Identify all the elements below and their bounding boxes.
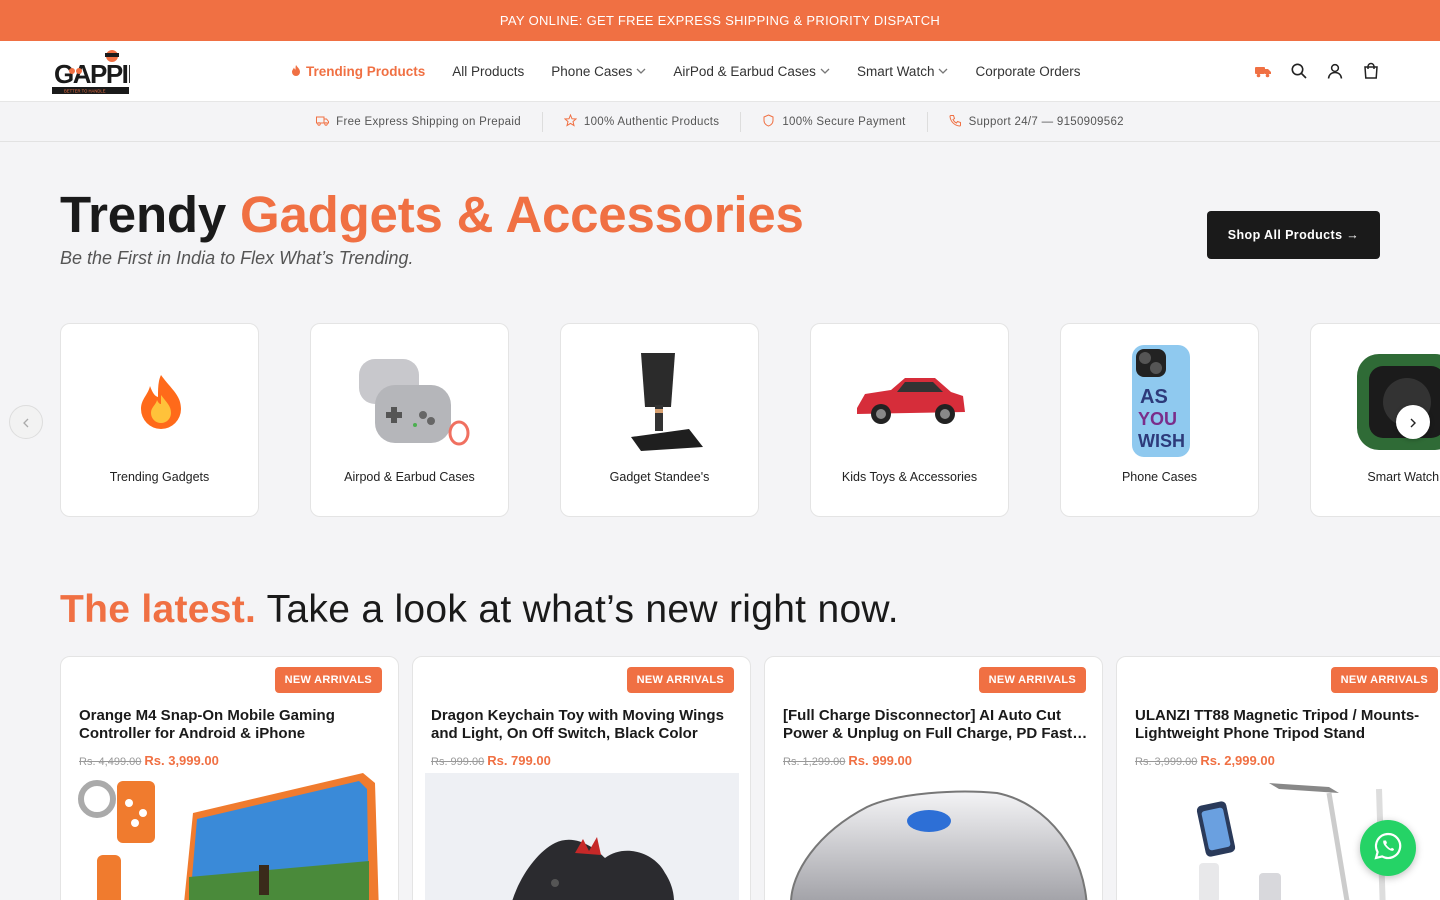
shop-all-products-button[interactable]: Shop All Products →	[1207, 211, 1380, 259]
category-label: Airpod & Earbud Cases	[344, 470, 475, 484]
chevron-down-icon	[820, 64, 830, 79]
new-arrivals-badge: NEW ARRIVALS	[1330, 667, 1438, 693]
fire-icon	[290, 64, 302, 79]
chevron-down-icon	[636, 64, 646, 79]
truck-icon[interactable]	[1254, 62, 1272, 80]
product-card[interactable]: NEW ARRIVALS [Full Charge Disconnector] …	[764, 656, 1103, 900]
product-prices: Rs. 3,999.00 Rs. 2,999.00	[1135, 753, 1275, 768]
trust-support: Support 24/7 — 9150909562	[928, 114, 1145, 130]
product-title[interactable]: Dragon Keychain Toy with Moving Wings an…	[431, 707, 736, 743]
site-header: GAPPIE BETTER TO HANDLE Trending Product…	[0, 41, 1440, 101]
new-arrivals-badge: NEW ARRIVALS	[626, 667, 734, 693]
whatsapp-icon	[1373, 831, 1403, 866]
airpod-case-icon	[341, 342, 481, 460]
nav-all-products[interactable]: All Products	[452, 64, 524, 79]
car-icon	[841, 342, 981, 460]
hero-title: Trendy Gadgets & Accessories	[60, 186, 804, 243]
category-carousel: Trending Gadgets Airpod & Earbud Cases G…	[0, 323, 1440, 518]
svg-text:GAPPIE: GAPPIE	[54, 59, 130, 89]
category-label: Trending Gadgets	[109, 470, 210, 484]
main-nav: Trending Products All Products Phone Cas…	[290, 41, 1081, 101]
new-arrivals-badge: NEW ARRIVALS	[274, 667, 382, 693]
fire-icon	[91, 342, 231, 460]
product-card[interactable]: NEW ARRIVALS Dragon Keychain Toy with Mo…	[412, 656, 751, 900]
svg-text:AS: AS	[1140, 386, 1168, 408]
announcement-text: PAY ONLINE: GET FREE EXPRESS SHIPPING & …	[499, 13, 941, 28]
chevron-left-icon	[22, 412, 30, 433]
whatsapp-chat-button[interactable]	[1360, 820, 1416, 876]
product-title[interactable]: Orange M4 Snap-On Mobile Gaming Controll…	[79, 707, 384, 743]
nav-trending-products[interactable]: Trending Products	[290, 64, 425, 79]
product-prices: Rs. 999.00 Rs. 799.00	[431, 753, 551, 768]
category-card-phone-cases[interactable]: AS YOU WISH Phone Cases	[1060, 323, 1259, 517]
category-label: Phone Cases	[1121, 470, 1198, 484]
old-price: Rs. 3,999.00	[1135, 756, 1198, 768]
header-actions	[1254, 41, 1380, 101]
announcement-bar: PAY ONLINE: GET FREE EXPRESS SHIPPING & …	[0, 0, 1440, 41]
carousel-prev-button[interactable]	[9, 405, 43, 439]
category-card-trending[interactable]: Trending Gadgets	[60, 323, 259, 517]
old-price: Rs. 4,499.00	[79, 756, 142, 768]
product-prices: Rs. 1,299.00 Rs. 999.00	[783, 753, 912, 768]
trust-shipping: Free Express Shipping on Prepaid	[295, 114, 542, 130]
sale-price: Rs. 999.00	[848, 753, 912, 768]
product-image[interactable]	[73, 773, 387, 900]
product-card[interactable]: NEW ARRIVALS Orange M4 Snap-On Mobile Ga…	[60, 656, 399, 900]
category-card-gadget-standees[interactable]: Gadget Standee's	[560, 323, 759, 517]
product-image[interactable]	[777, 773, 1091, 900]
nav-phone-cases[interactable]: Phone Cases	[551, 64, 646, 79]
chevron-down-icon	[938, 64, 948, 79]
category-card-airpod-cases[interactable]: Airpod & Earbud Cases	[310, 323, 509, 517]
latest-heading: The latest. Take a look at what’s new ri…	[60, 588, 899, 631]
star-icon	[563, 113, 578, 130]
product-prices: Rs. 4,499.00 Rs. 3,999.00	[79, 753, 219, 768]
site-logo[interactable]: GAPPIE BETTER TO HANDLE	[52, 47, 146, 95]
old-price: Rs. 999.00	[431, 756, 485, 768]
carousel-next-button[interactable]	[1396, 405, 1430, 439]
nav-corporate-orders[interactable]: Corporate Orders	[975, 64, 1080, 79]
phone-icon	[949, 114, 962, 130]
category-label: Gadget Standee's	[609, 470, 710, 484]
sale-price: Rs. 2,999.00	[1200, 753, 1275, 768]
new-arrivals-badge: NEW ARRIVALS	[978, 667, 1086, 693]
category-label: Kids Toys & Accessories	[841, 470, 978, 484]
category-label: Smart Watch C	[1367, 470, 1440, 484]
old-price: Rs. 1,299.00	[783, 756, 846, 768]
product-title[interactable]: ULANZI TT88 Magnetic Tripod / Mounts-Lig…	[1135, 707, 1440, 743]
sale-price: Rs. 799.00	[487, 753, 551, 768]
hero-section: Trendy Gadgets & Accessories Be the Firs…	[0, 142, 1440, 322]
trust-secure: 100% Secure Payment	[741, 113, 926, 130]
trust-authentic: 100% Authentic Products	[543, 113, 740, 130]
sale-price: Rs. 3,999.00	[144, 753, 219, 768]
trust-bar: Free Express Shipping on Prepaid 100% Au…	[0, 101, 1440, 142]
hero-subtitle: Be the First in India to Flex What’s Tre…	[60, 248, 414, 268]
svg-text:YOU: YOU	[1138, 409, 1177, 429]
stand-icon	[591, 342, 731, 460]
svg-text:WISH: WISH	[1138, 431, 1185, 451]
cart-icon[interactable]	[1362, 62, 1380, 80]
search-icon[interactable]	[1290, 62, 1308, 80]
truck-icon	[316, 114, 330, 130]
product-image[interactable]	[425, 773, 739, 900]
chevron-right-icon	[1409, 412, 1417, 433]
nav-airpod-cases[interactable]: AirPod & Earbud Cases	[673, 64, 830, 79]
watch-case-icon	[1341, 342, 1440, 460]
product-title[interactable]: [Full Charge Disconnector] AI Auto Cut P…	[783, 707, 1088, 743]
shield-icon	[762, 113, 775, 130]
phone-case-icon: AS YOU WISH	[1091, 342, 1231, 460]
category-card-kids-toys[interactable]: Kids Toys & Accessories	[810, 323, 1009, 517]
account-icon[interactable]	[1326, 62, 1344, 80]
nav-smart-watch[interactable]: Smart Watch	[857, 64, 949, 79]
svg-text:BETTER TO HANDLE: BETTER TO HANDLE	[64, 89, 106, 94]
